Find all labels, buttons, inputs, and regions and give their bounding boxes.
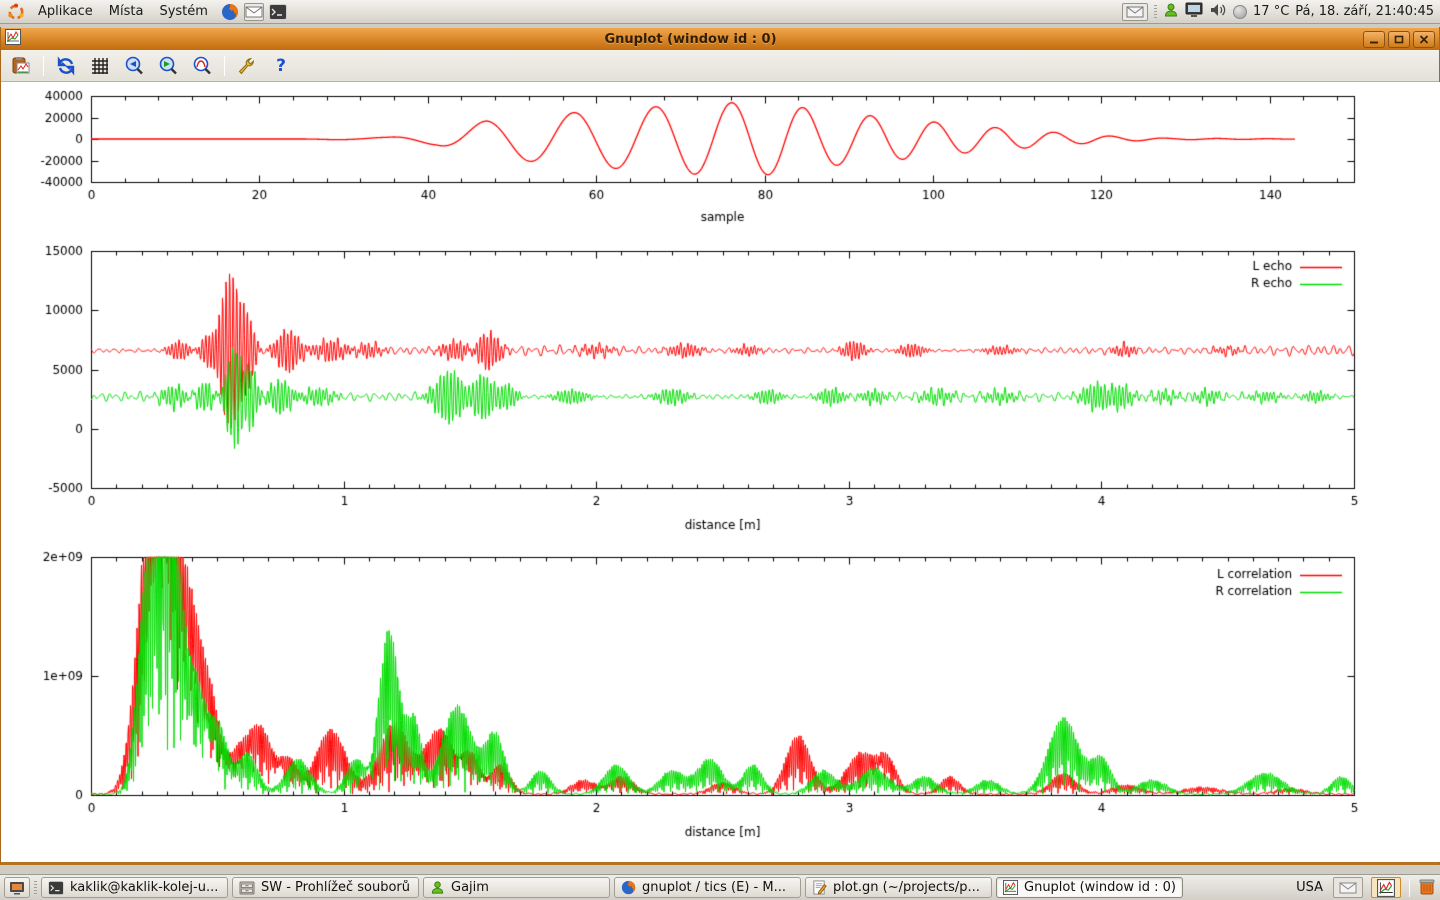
taskbar-window-label: kaklik@kaklik-kolej-u... xyxy=(70,880,218,895)
ubuntu-menu-icon[interactable] xyxy=(6,2,26,22)
toolbar: ? xyxy=(1,50,1439,82)
titlebar[interactable]: Gnuplot (window id : 0) xyxy=(1,27,1439,50)
help-icon[interactable]: ? xyxy=(269,54,293,78)
close-button[interactable] xyxy=(1413,31,1435,48)
gajim-icon[interactable] xyxy=(1163,2,1179,22)
gnuplot-window-icon xyxy=(5,29,21,49)
window-list: kaklik@kaklik-kolej-u... SW - Prohlížeč s… xyxy=(41,877,1183,898)
window-title: Gnuplot (window id : 0) xyxy=(21,32,1360,47)
menubar: AplikaceMístaSystém xyxy=(30,2,216,21)
gnome-top-panel: AplikaceMístaSystém xyxy=(0,0,1440,24)
firefox-icon[interactable] xyxy=(220,2,240,22)
minimize-button[interactable] xyxy=(1363,31,1385,48)
taskbar-window-label: plot.gn (~/projects/p... xyxy=(833,880,980,895)
taskbar-separator xyxy=(1409,879,1410,897)
taskbar-window-button[interactable]: Gajim xyxy=(423,877,610,898)
editor-icon xyxy=(812,880,827,895)
gnuplot-canvas-area xyxy=(1,82,1439,862)
copy-plot-button[interactable] xyxy=(9,54,33,78)
weather-icon[interactable] xyxy=(1233,5,1247,19)
replot-icon[interactable] xyxy=(54,54,78,78)
display-icon[interactable] xyxy=(1185,2,1203,22)
zoom-previous-icon[interactable] xyxy=(122,54,146,78)
taskbar-handle[interactable] xyxy=(34,881,37,895)
taskbar-window-label: gnuplot / tics (E) - M... xyxy=(642,880,786,895)
mail-icon[interactable] xyxy=(1122,3,1148,21)
grid-icon[interactable] xyxy=(88,54,112,78)
gnuplot-icon[interactable] xyxy=(1371,877,1401,898)
keyboard-layout-indicator[interactable]: USA xyxy=(1294,880,1325,895)
menu-item-místa[interactable]: Místa xyxy=(101,2,152,21)
menu-item-systém[interactable]: Systém xyxy=(151,2,215,21)
toolbar-separator xyxy=(43,56,44,76)
mail-icon[interactable] xyxy=(244,2,264,22)
maximize-button[interactable] xyxy=(1388,31,1410,48)
clock[interactable]: Pá, 18. září, 21:40:45 xyxy=(1295,4,1434,19)
firefox-icon xyxy=(621,880,636,895)
taskbar-window-button[interactable]: gnuplot / tics (E) - M... xyxy=(614,877,801,898)
taskbar-window-button[interactable]: kaklik@kaklik-kolej-u... xyxy=(41,877,228,898)
desktop: AplikaceMístaSystém xyxy=(0,0,1440,900)
taskbar-window-button[interactable]: Gnuplot (window id : 0) xyxy=(996,877,1183,898)
gajim-icon xyxy=(430,880,445,895)
filemanager-icon xyxy=(239,881,255,895)
toolbar-separator xyxy=(224,56,225,76)
taskbar-window-label: Gajim xyxy=(451,880,489,895)
taskbar-window-button[interactable]: SW - Prohlížeč souborů xyxy=(232,877,419,898)
system-tray: 17 °C Pá, 18. září, 21:40:45 xyxy=(1122,2,1434,22)
show-desktop-button[interactable] xyxy=(4,877,30,898)
temperature: 17 °C xyxy=(1253,4,1289,19)
plot-canvas[interactable] xyxy=(1,82,1440,862)
zoom-next-icon[interactable] xyxy=(156,54,180,78)
gnuplot-window: Gnuplot (window id : 0) xyxy=(0,27,1440,865)
menu-item-aplikace[interactable]: Aplikace xyxy=(30,2,101,21)
taskbar-window-label: SW - Prohlížeč souborů xyxy=(261,880,410,895)
terminal-icon[interactable] xyxy=(268,2,288,22)
gnuplot-icon xyxy=(1003,880,1018,895)
settings-wrench-icon[interactable] xyxy=(235,54,259,78)
autoscale-icon[interactable] xyxy=(190,54,214,78)
taskbar-window-label: Gnuplot (window id : 0) xyxy=(1024,880,1176,895)
taskbar-tray: USA xyxy=(1294,877,1436,899)
mail-icon[interactable] xyxy=(1333,877,1363,898)
taskbar-window-button[interactable]: plot.gn (~/projects/p... xyxy=(805,877,992,898)
taskbar: kaklik@kaklik-kolej-u... SW - Prohlížeč s… xyxy=(0,874,1440,900)
trash-icon[interactable] xyxy=(1418,877,1436,899)
tray-handle[interactable] xyxy=(1154,5,1157,19)
terminal-icon xyxy=(48,881,64,895)
volume-icon[interactable] xyxy=(1209,2,1227,22)
